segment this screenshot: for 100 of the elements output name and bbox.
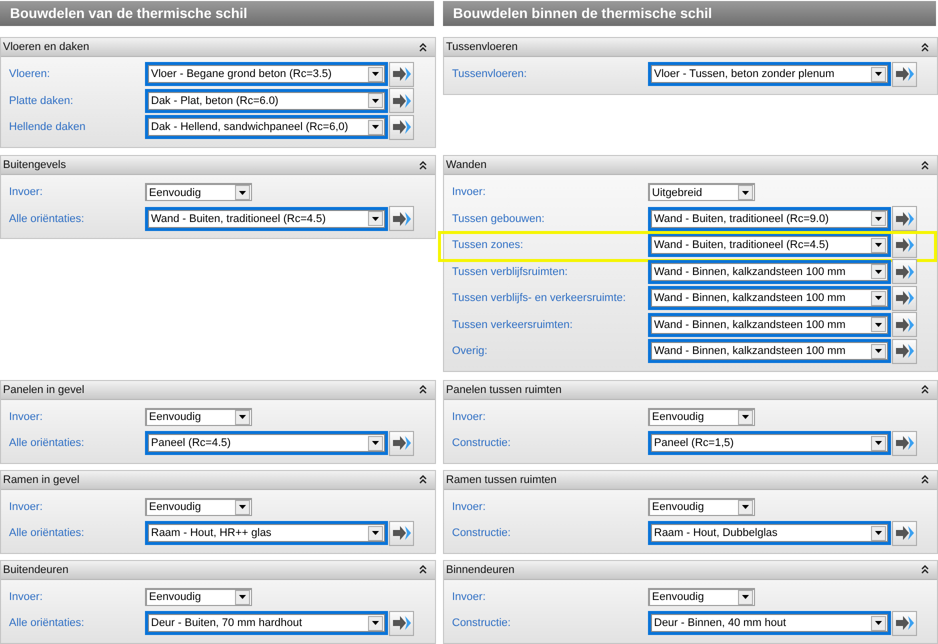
open-button[interactable] <box>892 520 917 546</box>
collapse-icon[interactable] <box>921 160 929 170</box>
field-label: Alle oriëntaties: <box>9 437 86 450</box>
open-button[interactable] <box>389 430 414 456</box>
open-button[interactable] <box>389 520 414 546</box>
mode-dropdown[interactable]: Eenvoudig <box>145 183 252 202</box>
collapse-icon[interactable] <box>419 475 427 484</box>
section-title: Vloeren en daken <box>3 41 90 53</box>
section-header[interactable]: Wanden <box>444 156 937 175</box>
section-title: Panelen tussen ruimten <box>446 384 562 396</box>
open-button[interactable] <box>892 430 917 456</box>
open-button[interactable] <box>892 610 917 636</box>
collapse-icon[interactable] <box>921 565 929 574</box>
construction-dropdown[interactable]: Raam - Hout, HR++ glas <box>148 524 385 542</box>
section-title: Ramen in gevel <box>3 474 80 486</box>
section-header[interactable]: Ramen tussen ruimten <box>444 470 937 490</box>
section-header[interactable]: Panelen tussen ruimten <box>444 380 937 400</box>
field-label: Invoer: <box>452 500 487 513</box>
section-header[interactable]: Tussenvloeren <box>444 38 937 57</box>
arrow-right-icon <box>896 616 914 630</box>
arrow-right-icon <box>896 318 914 332</box>
section-title: Tussenvloeren <box>446 41 518 53</box>
mode-dropdown[interactable]: Eenvoudig <box>648 408 755 426</box>
construction-dropdown[interactable]: Wand - Binnen, kalkzandsteen 100 mm <box>651 316 888 334</box>
construction-dropdown[interactable]: Raam - Hout, Dubbelglas <box>651 524 888 542</box>
construction-dropdown[interactable]: Vloer - Tussen, beton zonder plenum <box>651 65 888 84</box>
field-label: Hellende daken <box>9 121 86 134</box>
field-label: Alle oriëntaties: <box>9 212 86 225</box>
column-header: Bouwdelen van de thermische schil <box>0 1 434 26</box>
field-label: Tussen zones: <box>452 239 524 252</box>
collapse-icon[interactable] <box>921 42 929 52</box>
mode-dropdown[interactable]: Eenvoudig <box>145 588 252 606</box>
section-title: Buitengevels <box>3 159 66 171</box>
section-header[interactable]: Buitendeuren <box>1 560 435 580</box>
field-label: Constructie: <box>452 437 512 450</box>
open-button[interactable] <box>389 62 414 87</box>
construction-dropdown[interactable]: Wand - Binnen, kalkzandsteen 100 mm <box>651 289 888 308</box>
field-label: Platte daken: <box>9 94 74 107</box>
arrow-right-icon <box>392 212 410 226</box>
mode-dropdown[interactable]: Eenvoudig <box>648 498 755 516</box>
field-label: Tussen gebouwen: <box>452 212 546 225</box>
open-button[interactable] <box>892 312 917 338</box>
construction-dropdown[interactable]: Deur - Binnen, 40 mm hout <box>651 614 888 632</box>
section-header[interactable]: Buitengevels <box>1 156 435 175</box>
collapse-icon[interactable] <box>419 42 427 52</box>
collapse-icon[interactable] <box>419 565 427 574</box>
open-button[interactable] <box>892 338 917 364</box>
field-label: Tussen verblijfs- en verkeersruimte: <box>452 292 627 304</box>
open-button[interactable] <box>892 286 917 311</box>
construction-dropdown[interactable]: Wand - Buiten, traditioneel (Rc=4.5) <box>148 210 385 228</box>
mode-dropdown[interactable]: Uitgebreid <box>648 183 755 202</box>
section-header[interactable]: Ramen in gevel <box>1 470 435 490</box>
arrow-right-icon <box>896 344 914 358</box>
open-button[interactable] <box>389 206 414 232</box>
open-button[interactable] <box>892 232 917 258</box>
mode-dropdown[interactable]: Eenvoudig <box>145 408 252 426</box>
construction-dropdown[interactable]: Paneel (Rc=1,5) <box>651 434 888 452</box>
section-title: Ramen tussen ruimten <box>446 474 557 486</box>
section-header[interactable]: Vloeren en daken <box>1 38 435 57</box>
section-header[interactable]: Panelen in gevel <box>1 380 435 400</box>
field-label: Tussen verblijfsruimten: <box>452 266 569 278</box>
collapse-icon[interactable] <box>921 385 929 394</box>
field-label: Invoer: <box>9 500 44 513</box>
field-label: Alle oriëntaties: <box>9 527 86 540</box>
section-header[interactable]: Binnendeuren <box>444 560 937 580</box>
open-button[interactable] <box>389 88 414 114</box>
arrow-right-icon <box>896 526 914 540</box>
collapse-icon[interactable] <box>921 475 929 484</box>
construction-dropdown[interactable]: Wand - Buiten, traditioneel (Rc=9.0) <box>651 210 888 228</box>
construction-dropdown[interactable]: Dak - Plat, beton (Rc=6.0) <box>148 92 385 110</box>
field-label: Tussenvloeren: <box>452 68 528 80</box>
mode-dropdown[interactable]: Eenvoudig <box>145 498 252 516</box>
open-button[interactable] <box>892 62 917 87</box>
arrow-right-icon <box>392 616 410 630</box>
construction-dropdown[interactable]: Deur - Buiten, 70 mm hardhout <box>148 614 385 632</box>
construction-dropdown[interactable]: Dak - Hellend, sandwichpaneel (Rc=6,0) <box>148 118 385 136</box>
field-label: Invoer: <box>452 410 487 423</box>
section-title: Buitendeuren <box>3 564 68 576</box>
open-button[interactable] <box>892 206 917 232</box>
construction-dropdown[interactable]: Paneel (Rc=4.5) <box>148 434 385 452</box>
construction-dropdown[interactable]: Wand - Buiten, traditioneel (Rc=4.5) <box>651 236 888 254</box>
construction-dropdown[interactable]: Wand - Binnen, kalkzandsteen 100 mm <box>651 342 888 360</box>
section-title: Binnendeuren <box>446 564 515 576</box>
arrow-right-icon <box>896 212 914 226</box>
arrow-right-icon <box>896 264 914 279</box>
column-header: Bouwdelen binnen de thermische schil <box>443 1 936 26</box>
collapse-icon[interactable] <box>419 385 427 394</box>
section-title: Wanden <box>446 159 487 171</box>
construction-dropdown[interactable]: Vloer - Begane grond beton (Rc=3.5) <box>148 65 385 84</box>
open-button[interactable] <box>892 259 917 284</box>
field-label: Constructie: <box>452 527 512 540</box>
construction-dropdown[interactable]: Wand - Binnen, kalkzandsteen 100 mm <box>651 262 888 281</box>
mode-dropdown[interactable]: Eenvoudig <box>648 588 755 606</box>
collapse-icon[interactable] <box>419 160 427 170</box>
field-label: Invoer: <box>9 410 44 423</box>
field-label: Invoer: <box>9 186 44 198</box>
section-title: Panelen in gevel <box>3 384 84 396</box>
open-button[interactable] <box>389 114 414 140</box>
field-label: Invoer: <box>452 590 487 603</box>
open-button[interactable] <box>389 610 414 636</box>
